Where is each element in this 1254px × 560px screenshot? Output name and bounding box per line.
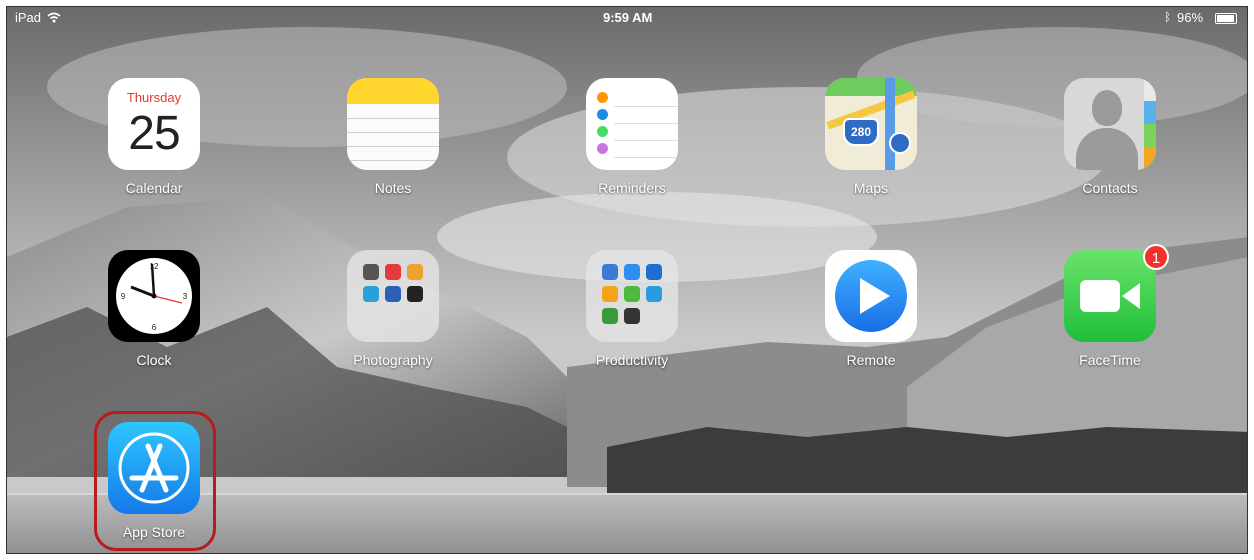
app-label: Productivity (595, 352, 669, 368)
wifi-icon (47, 12, 61, 23)
reminders-icon (586, 78, 678, 170)
app-label: Notes (374, 180, 412, 196)
video-camera-icon (1080, 280, 1140, 312)
play-icon (860, 278, 890, 314)
battery-percent: 96% (1177, 10, 1204, 25)
notification-badge: 1 (1143, 244, 1169, 270)
remote-icon (825, 250, 917, 342)
app-maps[interactable]: 280 Maps (801, 78, 941, 196)
status-time: 9:59 AM (603, 10, 653, 25)
battery-icon (1215, 13, 1237, 24)
folder-productivity[interactable]: Productivity (562, 250, 702, 368)
app-label: Remote (846, 352, 896, 368)
route-shield: 280 (843, 118, 879, 146)
status-bar: iPad 9:59 AM ᛒ 96% (7, 7, 1247, 29)
app-facetime[interactable]: 1 FaceTime (1040, 244, 1180, 368)
app-notes[interactable]: Notes (323, 78, 463, 196)
clock-icon: 12 3 6 9 (108, 250, 200, 342)
notes-icon (347, 78, 439, 170)
contacts-icon (1064, 78, 1156, 170)
app-label: Maps (853, 180, 889, 196)
app-label: Photography (353, 352, 433, 368)
app-calendar[interactable]: Thursday 25 Calendar (84, 78, 224, 196)
svg-text:3: 3 (183, 292, 188, 301)
app-clock[interactable]: 12 3 6 9 Clock (84, 250, 224, 368)
svg-text:9: 9 (121, 292, 126, 301)
app-label: FaceTime (1079, 352, 1141, 368)
folder-icon (347, 250, 439, 342)
calendar-day: Thursday (126, 90, 182, 105)
calendar-date: 25 (128, 107, 180, 160)
facetime-icon (1064, 250, 1156, 342)
bluetooth-icon: ᛒ (1164, 10, 1172, 24)
app-contacts[interactable]: Contacts (1040, 78, 1180, 196)
maps-icon: 280 (825, 78, 917, 170)
app-store-highlight (94, 411, 216, 551)
app-reminders[interactable]: Reminders (562, 78, 702, 196)
device-name: iPad (15, 10, 42, 25)
app-remote[interactable]: Remote (801, 250, 941, 368)
app-label: Contacts (1082, 180, 1138, 196)
ipad-screen: iPad 9:59 AM ᛒ 96% Thursday 25 Calendar … (6, 6, 1248, 554)
app-label: Reminders (598, 180, 666, 196)
folder-icon (586, 250, 678, 342)
app-label: Calendar (125, 180, 183, 196)
app-label: Clock (136, 352, 172, 368)
svg-text:6: 6 (152, 323, 157, 332)
folder-photography[interactable]: Photography (323, 250, 463, 368)
calendar-icon: Thursday 25 (108, 78, 200, 170)
